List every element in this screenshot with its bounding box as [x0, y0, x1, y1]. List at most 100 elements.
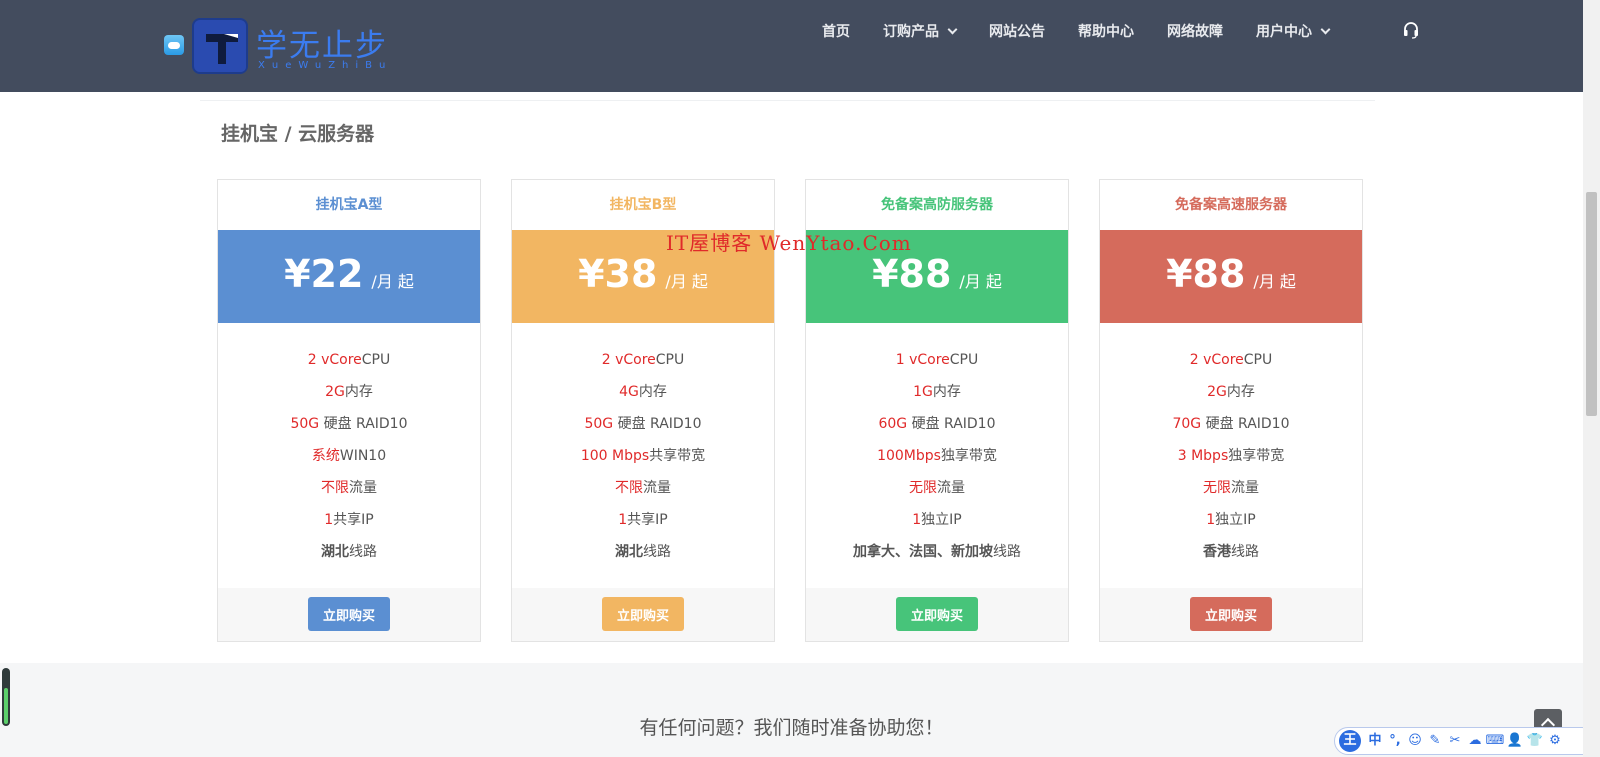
- feature-text: 独享带宽: [940, 448, 997, 464]
- feature-text: WIN10: [339, 448, 387, 464]
- cloud-app-icon[interactable]: [164, 35, 184, 55]
- feature-list: 1 vCoreCPU 1G内存 60G 硬盘 RAID10 100Mbps独享带宽 无限…: [806, 323, 1068, 568]
- feature-highlight: 50G: [290, 416, 320, 432]
- ime-emoji-icon[interactable]: ☺: [1405, 731, 1425, 751]
- feature-highlight: 系统: [311, 448, 340, 464]
- ime-punctuation-icon[interactable]: °,: [1385, 731, 1405, 751]
- feature-text: 硬盘 RAID10: [319, 416, 408, 432]
- feature-item: 2 vCoreCPU: [512, 344, 774, 376]
- side-progress-indicator[interactable]: [2, 668, 10, 726]
- feature-highlight: 1: [912, 512, 922, 528]
- logo-name-en: XueWuZhiBu: [258, 60, 393, 71]
- feature-text: 独立IP: [1215, 512, 1256, 528]
- feature-highlight: 2G: [1207, 384, 1227, 400]
- feature-text: 线路: [993, 544, 1021, 560]
- feature-text: 流量: [937, 480, 965, 496]
- feature-item: 湖北线路: [512, 536, 774, 568]
- feature-list: 2 vCoreCPU 4G内存 50G 硬盘 RAID10 100 Mbps共享带宽不…: [512, 323, 774, 568]
- plan-name: 挂机宝A型: [315, 197, 383, 213]
- feature-highlight: 不限: [321, 480, 349, 496]
- feature-item: 加拿大、法国、新加坡线路: [806, 536, 1068, 568]
- feature-text: 流量: [349, 480, 377, 496]
- feature-highlight: 3 Mbps: [1177, 448, 1229, 464]
- ime-toolbar: 王 中 °, ☺ ✎ ✂ ☁ ⌨ 👤 👕 ⚙: [1334, 727, 1596, 755]
- feature-item: 香港线路: [1100, 536, 1362, 568]
- feature-text: 硬盘 RAID10: [907, 416, 996, 432]
- price-amount: ¥88: [1166, 252, 1246, 296]
- headset-icon[interactable]: [1402, 21, 1420, 39]
- site-header: 学无止步 XueWuZhiBu 首页 订购产品 网站公告 帮助中心 网络故障 用…: [0, 0, 1583, 92]
- scrollbar-thumb[interactable]: [1586, 192, 1597, 416]
- feature-item: 1 vCoreCPU: [806, 344, 1068, 376]
- feature-item: 4G内存: [512, 376, 774, 408]
- feature-text: 共享IP: [333, 512, 374, 528]
- feature-text: 硬盘 RAID10: [1201, 416, 1290, 432]
- feature-text: 流量: [1231, 480, 1259, 496]
- feature-item: 60G 硬盘 RAID10: [806, 408, 1068, 440]
- card-footer: 立即购买: [512, 588, 774, 641]
- price-line: ¥22/月 起: [218, 252, 480, 296]
- feature-item: 1共享IP: [512, 504, 774, 536]
- ime-chinese-mode-icon[interactable]: 中: [1365, 731, 1385, 751]
- price-banner: ¥22/月 起: [218, 230, 480, 323]
- card-footer: 立即购买: [806, 588, 1068, 641]
- nav-item-home[interactable]: 首页: [822, 21, 850, 41]
- ime-user-icon[interactable]: 👤: [1505, 731, 1525, 751]
- feature-item: 不限流量: [512, 472, 774, 504]
- buy-now-button[interactable]: 立即购买: [308, 597, 390, 631]
- ime-settings-icon[interactable]: ⚙: [1545, 731, 1565, 751]
- card-footer: 立即购买: [1100, 588, 1362, 641]
- price-line: ¥88/月 起: [806, 252, 1068, 296]
- price-amount: ¥88: [872, 252, 952, 296]
- feature-list: 2 vCoreCPU 2G内存 50G 硬盘 RAID10 系统WIN10 不限流量 1共…: [218, 323, 480, 568]
- card-footer: 立即购买: [218, 588, 480, 641]
- feature-region: 香港: [1203, 544, 1231, 560]
- nav-item-help-center[interactable]: 帮助中心: [1078, 21, 1134, 41]
- feature-region: 湖北: [321, 544, 349, 560]
- nav-item-user-center[interactable]: 用户中心: [1256, 21, 1331, 41]
- feature-text: 流量: [643, 480, 671, 496]
- feature-list: 2 vCoreCPU 2G内存 70G 硬盘 RAID10 3 Mbps独享带宽 无限流…: [1100, 323, 1362, 568]
- ime-cloud-icon[interactable]: ☁: [1465, 731, 1485, 751]
- ime-screenshot-icon[interactable]: ✂: [1445, 731, 1465, 751]
- ime-logo-icon[interactable]: 王: [1339, 730, 1361, 752]
- feature-text: 内存: [344, 384, 373, 400]
- feature-highlight: 2 vCore: [307, 352, 362, 368]
- nav-item-order-products[interactable]: 订购产品: [883, 21, 958, 41]
- chevron-down-icon: [947, 24, 958, 34]
- feature-highlight: 50G: [584, 416, 614, 432]
- ime-handwriting-icon[interactable]: ✎: [1425, 731, 1445, 751]
- pricing-card: 免备案高速服务器 ¥88/月 起2 vCoreCPU 2G内存 70G 硬盘 RAID…: [1099, 179, 1363, 642]
- nav-item-network-status[interactable]: 网络故障: [1167, 21, 1223, 41]
- price-amount: ¥38: [578, 252, 658, 296]
- buy-now-button[interactable]: 立即购买: [896, 597, 978, 631]
- feature-highlight: 1G: [913, 384, 933, 400]
- feature-text: 线路: [643, 544, 671, 560]
- price-unit: /月 起: [1253, 272, 1296, 291]
- buy-now-button[interactable]: 立即购买: [1190, 597, 1272, 631]
- ime-keyboard-icon[interactable]: ⌨: [1485, 731, 1505, 751]
- feature-item: 1独立IP: [806, 504, 1068, 536]
- feature-text: 线路: [349, 544, 377, 560]
- feature-text: 内存: [932, 384, 961, 400]
- price-unit: /月 起: [665, 272, 708, 291]
- feature-highlight: 60G: [878, 416, 908, 432]
- feature-highlight: 2G: [325, 384, 345, 400]
- feature-text: 共享带宽: [649, 448, 706, 464]
- feature-item: 2 vCoreCPU: [218, 344, 480, 376]
- feature-text: 线路: [1231, 544, 1259, 560]
- feature-text: 独立IP: [921, 512, 962, 528]
- site-logo[interactable]: 学无止步 XueWuZhiBu: [192, 18, 392, 76]
- feature-item: 湖北线路: [218, 536, 480, 568]
- feature-text: 硬盘 RAID10: [613, 416, 702, 432]
- feature-highlight: 1 vCore: [895, 352, 950, 368]
- nav-item-announcements[interactable]: 网站公告: [989, 21, 1045, 41]
- feature-highlight: 70G: [1172, 416, 1202, 432]
- price-unit: /月 起: [959, 272, 1002, 291]
- feature-item: 不限流量: [218, 472, 480, 504]
- watermark: IT屋博客 WenYtao.Com: [666, 231, 912, 255]
- buy-now-button[interactable]: 立即购买: [602, 597, 684, 631]
- feature-highlight: 100Mbps: [877, 448, 941, 464]
- ime-skin-icon[interactable]: 👕: [1525, 731, 1545, 751]
- feature-highlight: 无限: [909, 480, 937, 496]
